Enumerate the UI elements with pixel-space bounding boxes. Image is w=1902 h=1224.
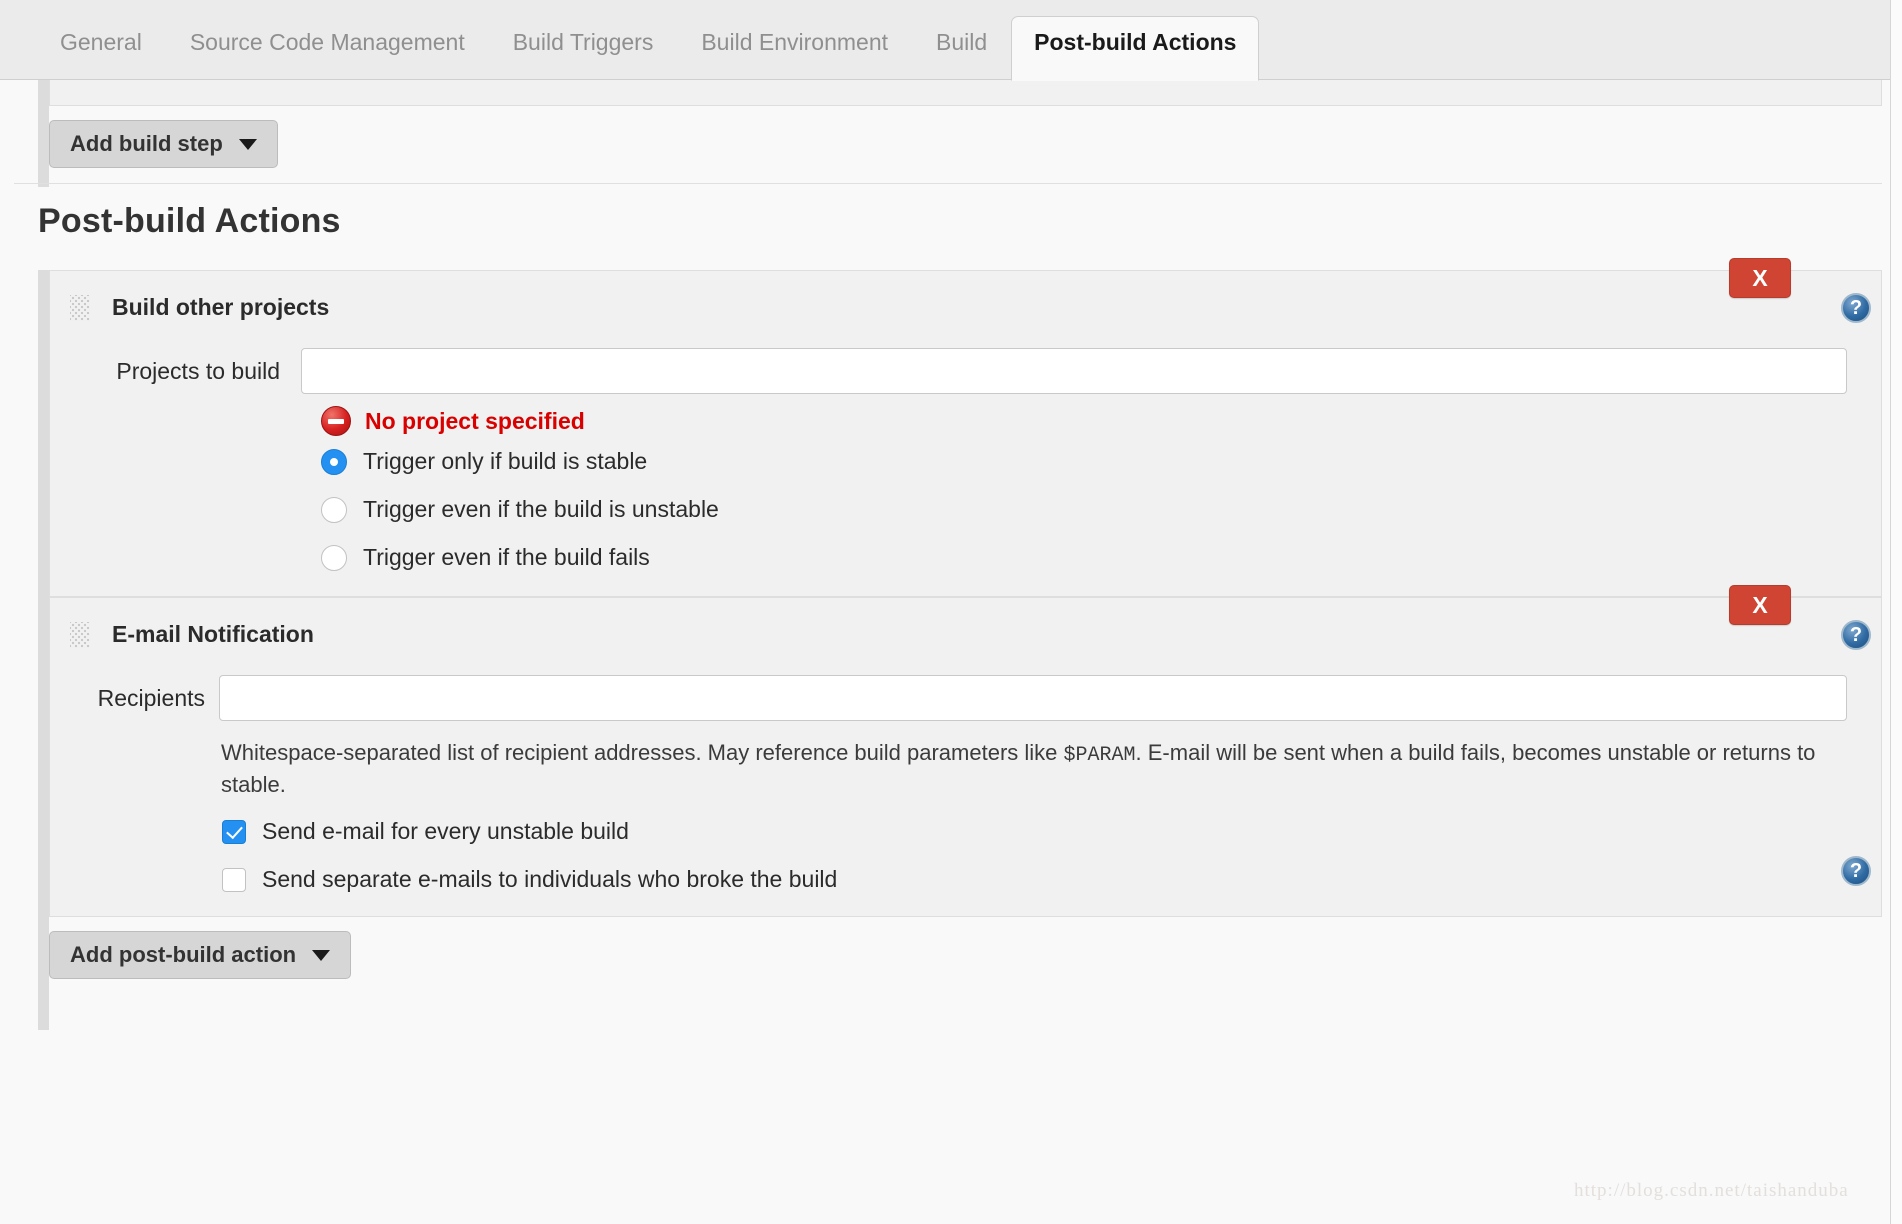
description-param-token: $PARAM xyxy=(1064,744,1136,767)
recipients-label: Recipients xyxy=(50,685,205,712)
radio-label[interactable]: Trigger even if the build fails xyxy=(363,544,650,571)
delete-email-notification-button[interactable]: X xyxy=(1729,585,1791,625)
page-right-gutter xyxy=(1890,0,1902,1224)
drag-handle-icon[interactable] xyxy=(70,622,90,648)
radio-button[interactable] xyxy=(321,497,347,523)
delete-button-label: X xyxy=(1752,265,1767,292)
delete-button-label: X xyxy=(1752,592,1767,619)
radio-button[interactable] xyxy=(321,449,347,475)
help-icon-glyph: ? xyxy=(1850,298,1862,318)
config-tab-bar: General Source Code Management Build Tri… xyxy=(0,0,1890,80)
checkbox-send-separate-emails[interactable]: Send separate e-mails to individuals who… xyxy=(222,866,837,893)
help-icon-build-other-projects[interactable]: ? xyxy=(1841,293,1871,323)
error-icon xyxy=(321,406,351,436)
block-header-email-notification: E-mail Notification xyxy=(70,621,314,648)
radio-label[interactable]: Trigger even if the build is unstable xyxy=(363,496,719,523)
recipients-row: Recipients xyxy=(50,675,1847,721)
checkbox-label[interactable]: Send e-mail for every unstable build xyxy=(262,818,629,845)
radio-trigger-even-if-unstable[interactable]: Trigger even if the build is unstable xyxy=(321,496,719,523)
tab-build-triggers[interactable]: Build Triggers xyxy=(489,31,678,80)
delete-build-other-projects-button[interactable]: X xyxy=(1729,258,1791,298)
checkbox[interactable] xyxy=(222,868,246,892)
tab-general[interactable]: General xyxy=(36,31,166,80)
add-post-build-action-button[interactable]: Add post-build action xyxy=(49,931,351,979)
help-icon-email-notification[interactable]: ? xyxy=(1841,620,1871,650)
block-title: Build other projects xyxy=(112,294,329,321)
block-header-build-other-projects: Build other projects xyxy=(70,294,329,321)
chevron-down-icon xyxy=(312,950,330,961)
radio-button[interactable] xyxy=(321,545,347,571)
help-icon-send-separate-emails[interactable]: ? xyxy=(1841,856,1871,886)
post-build-block-build-other-projects: X ? Build other projects Projects to bui… xyxy=(49,270,1882,597)
help-icon-glyph: ? xyxy=(1850,861,1862,881)
section-divider xyxy=(14,183,1882,184)
no-project-specified-error: No project specified xyxy=(321,406,585,436)
chevron-down-icon xyxy=(239,139,257,150)
radio-trigger-even-if-fails[interactable]: Trigger even if the build fails xyxy=(321,544,650,571)
post-build-left-rail xyxy=(38,270,49,1030)
add-build-step-button[interactable]: Add build step xyxy=(49,120,278,168)
build-steps-left-rail xyxy=(38,80,49,187)
checkbox-label[interactable]: Send separate e-mails to individuals who… xyxy=(262,866,837,893)
add-post-build-action-label: Add post-build action xyxy=(70,944,296,966)
help-icon-glyph: ? xyxy=(1850,625,1862,645)
radio-trigger-only-if-stable[interactable]: Trigger only if build is stable xyxy=(321,448,647,475)
build-step-panel-partial xyxy=(49,80,1882,106)
checkbox-send-email-every-unstable-build[interactable]: Send e-mail for every unstable build xyxy=(222,818,629,845)
projects-to-build-input[interactable] xyxy=(301,348,1847,394)
drag-handle-icon[interactable] xyxy=(70,295,90,321)
config-page-body: Add build step Post-build Actions X ? Bu… xyxy=(0,80,1890,1224)
block-title: E-mail Notification xyxy=(112,621,314,648)
checkbox[interactable] xyxy=(222,820,246,844)
error-message: No project specified xyxy=(365,408,585,435)
tab-build[interactable]: Build xyxy=(912,31,1011,80)
watermark: http://blog.csdn.net/taishanduba xyxy=(1574,1180,1849,1202)
recipients-description: Whitespace-separated list of recipient a… xyxy=(221,738,1841,800)
radio-label[interactable]: Trigger only if build is stable xyxy=(363,448,647,475)
recipients-input[interactable] xyxy=(219,675,1847,721)
tab-list: General Source Code Management Build Tri… xyxy=(0,0,1890,80)
description-part1: Whitespace-separated list of recipient a… xyxy=(221,740,1064,765)
tab-build-environment[interactable]: Build Environment xyxy=(677,31,912,80)
tab-post-build-actions[interactable]: Post-build Actions xyxy=(1011,16,1259,81)
projects-to-build-label: Projects to build xyxy=(50,358,280,385)
post-build-block-email-notification: X ? E-mail Notification Recipients White… xyxy=(49,597,1882,917)
tab-source-code-management[interactable]: Source Code Management xyxy=(166,31,489,80)
post-build-actions-heading: Post-build Actions xyxy=(38,202,341,241)
add-build-step-label: Add build step xyxy=(70,133,223,155)
projects-to-build-row: Projects to build xyxy=(50,348,1847,394)
